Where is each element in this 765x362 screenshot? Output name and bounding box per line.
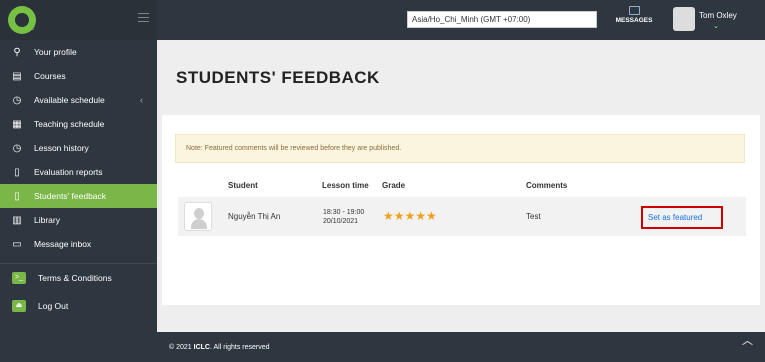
sidebar-item-label: Library (34, 215, 60, 225)
featured-note: Note: Featured comments will be reviewed… (175, 134, 745, 163)
copyright-suffix: . All rights reserved (209, 344, 270, 351)
feedback-card: Note: Featured comments will be reviewed… (162, 115, 760, 305)
column-header-student: Student (228, 181, 258, 190)
sidebar-item-label: Log Out (38, 301, 69, 311)
sidebar-item-label: Available schedule (34, 95, 105, 105)
sidebar-item-log-out[interactable]: ⏏ Log Out (0, 292, 157, 320)
sidebar-item-lesson-history[interactable]: ◷ Lesson history (0, 136, 157, 160)
footer: © 2021 ICLC. All rights reserved ︿ (157, 332, 765, 362)
chevron-left-icon: ‹ (140, 95, 143, 105)
sidebar-item-teaching-schedule[interactable]: ▦ Teaching schedule (0, 112, 157, 136)
grade-stars: ★★★★★ (383, 209, 437, 223)
copyright-brand: ICLC (193, 344, 210, 351)
history-icon: ◷ (12, 142, 22, 154)
sidebar-item-available-schedule[interactable]: ◷ Available schedule ‹ (0, 88, 157, 112)
lesson-time-range: 18:30 - 19:00 (323, 209, 365, 216)
document-icon: ▯ (14, 166, 20, 178)
sidebar-item-evaluation-reports[interactable]: ▯ Evaluation reports (0, 160, 157, 184)
avatar[interactable] (673, 7, 695, 31)
sidebar-item-label: Your profile (34, 47, 77, 57)
chevron-down-icon[interactable]: ⌄ (713, 22, 719, 30)
column-header-lesson-time: Lesson time (322, 181, 369, 190)
lesson-date: 20/10/2021 (323, 218, 359, 225)
sidebar-item-label: Terms & Conditions (38, 273, 112, 283)
hamburger-menu-icon[interactable] (138, 13, 149, 22)
timezone-selector[interactable]: Asia/Ho_Chi_Minh (GMT +07:00) (407, 11, 597, 28)
book-icon: ▤ (12, 70, 22, 82)
calendar-icon: ▦ (12, 118, 22, 130)
message-icon: ▭ (12, 238, 22, 250)
user-name[interactable]: Tom Oxley (699, 11, 737, 20)
chat-bubble-icon (628, 6, 640, 15)
sidebar-item-label: Teaching schedule (34, 119, 105, 129)
sidebar-item-label: Students' feedback (34, 191, 107, 201)
lesson-time: 18:30 - 19:00 20/10/2021 (323, 208, 364, 226)
sidebar-item-courses[interactable]: ▤ Courses (0, 64, 157, 88)
library-icon: ▥ (12, 214, 22, 226)
sidebar-item-your-profile[interactable]: ⚲ Your profile (0, 40, 157, 64)
student-name: Nguyễn Thị An (228, 212, 281, 221)
logo-text: iclc (26, 26, 35, 32)
back-to-top-icon[interactable]: ︿ (742, 332, 753, 348)
student-avatar (184, 202, 212, 231)
folder-open-icon: ⏏ (12, 300, 26, 312)
terminal-icon: >_ (12, 272, 26, 284)
feedback-document-icon: ▯ (14, 190, 20, 202)
sidebar-item-students-feedback[interactable]: ▯ Students' feedback (0, 184, 157, 208)
comment-text: Test (526, 212, 541, 221)
user-icon: ⚲ (13, 46, 21, 58)
logo-bar: iclc (0, 0, 157, 40)
column-header-comments: Comments (526, 181, 568, 190)
top-bar: Asia/Ho_Chi_Minh (GMT +07:00) MESSAGES T… (157, 0, 765, 40)
main-content: STUDENTS' FEEDBACK Note: Featured commen… (157, 40, 765, 332)
sidebar-item-terms-conditions[interactable]: >_ Terms & Conditions (0, 264, 157, 292)
sidebar: iclc ⚲ Your profile ▤ Courses ◷ Availabl… (0, 0, 157, 362)
sidebar-item-label: Lesson history (34, 143, 89, 153)
sidebar-item-label: Message inbox (34, 239, 92, 249)
sidebar-divider (0, 256, 157, 264)
clock-icon: ◷ (12, 94, 22, 106)
messages-button[interactable]: MESSAGES (609, 6, 659, 24)
column-header-grade: Grade (382, 181, 406, 190)
page-title: STUDENTS' FEEDBACK (176, 68, 380, 87)
sidebar-item-label: Courses (34, 71, 66, 81)
sidebar-item-label: Evaluation reports (34, 167, 103, 177)
copyright-prefix: © 2021 (169, 344, 194, 351)
set-as-featured-link[interactable]: Set as featured (641, 206, 723, 229)
table-row: Nguyễn Thị An 18:30 - 19:00 20/10/2021 ★… (178, 197, 746, 236)
sidebar-item-library[interactable]: ▥ Library (0, 208, 157, 232)
sidebar-item-message-inbox[interactable]: ▭ Message inbox (0, 232, 157, 256)
messages-label: MESSAGES (615, 17, 653, 24)
